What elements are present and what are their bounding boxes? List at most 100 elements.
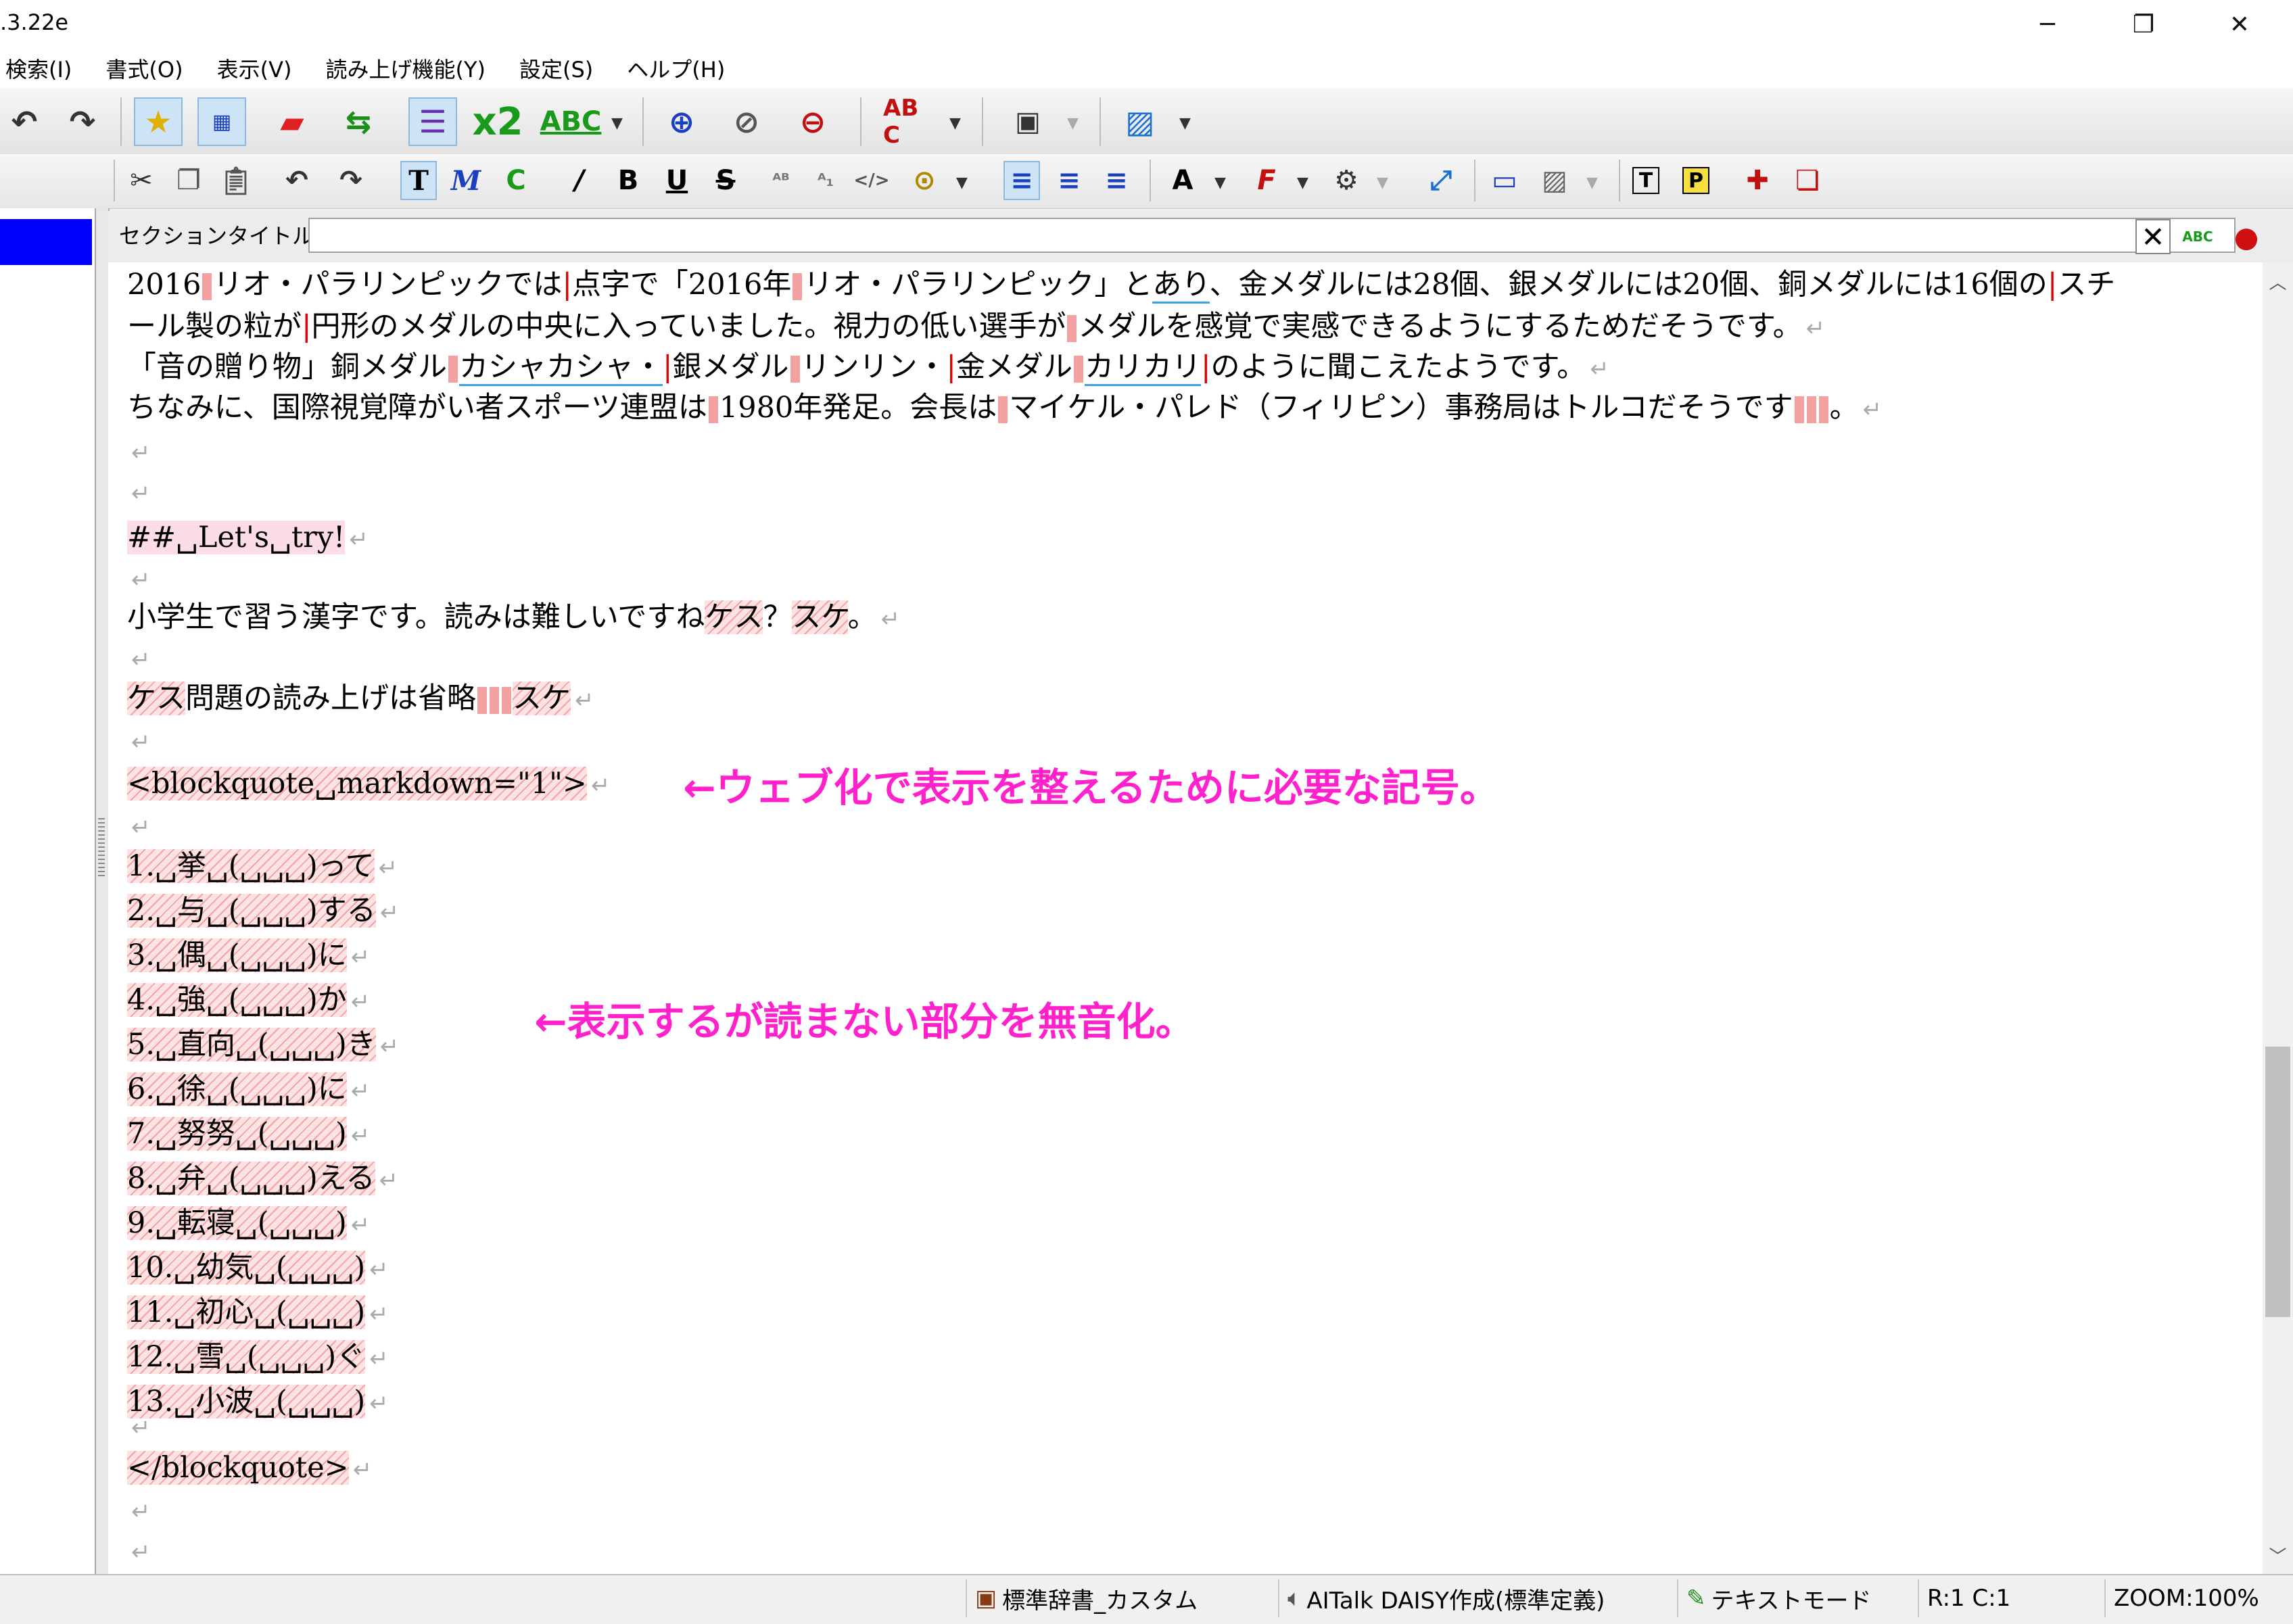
font-style-icon[interactable]: F — [1248, 161, 1285, 200]
quiz-item: 4.␣強␣(␣␣␣)か ↵ — [127, 979, 370, 1023]
zoom-out-icon[interactable]: ⊖ — [788, 97, 837, 146]
font-color-icon[interactable]: A — [1164, 161, 1201, 200]
dropdown-arrow-icon[interactable]: ▼ — [1214, 174, 1226, 191]
dropdown-arrow-icon[interactable]: ▼ — [1067, 115, 1079, 132]
scroll-thumb[interactable] — [2265, 1047, 2290, 1317]
image-icon[interactable]: ▨ — [1536, 161, 1573, 200]
vertical-scrollbar[interactable]: ︿ ﹀ — [2263, 262, 2293, 1574]
convert-icon[interactable]: ⤢ — [1423, 161, 1459, 200]
bold-button[interactable]: B — [610, 161, 646, 200]
dropdown-arrow-icon[interactable]: ▼ — [1586, 174, 1598, 191]
quiz-question: 3.␣偶␣(␣␣␣) — [127, 938, 318, 972]
spell-check-icon[interactable]: ABC — [540, 97, 602, 146]
align-left-icon[interactable]: ≡ — [1003, 161, 1040, 200]
code-tag-icon[interactable]: </> — [853, 161, 890, 200]
redo-small-icon[interactable]: ↷ — [333, 161, 369, 200]
mode-status[interactable]: ✎ テキストモード — [1677, 1579, 1914, 1617]
menu-view[interactable]: 表示(V) — [217, 53, 292, 84]
empty-line: ↵ — [131, 439, 151, 467]
section-tree-panel[interactable] — [0, 208, 99, 1574]
copy-icon[interactable]: ❐ — [170, 161, 207, 200]
subscript-small-icon[interactable]: ᴬ₁ — [807, 161, 844, 200]
return-mark: ↵ — [369, 1301, 389, 1328]
splitter-grip-icon[interactable] — [98, 818, 105, 879]
page-p-icon[interactable]: P — [1682, 167, 1709, 194]
redo-icon[interactable]: ↷ — [58, 97, 107, 146]
close-button[interactable]: ✕ — [2192, 0, 2287, 49]
marker-icon[interactable]: ▰ — [268, 97, 316, 146]
cut-icon[interactable]: ✂ — [123, 161, 160, 200]
align-right-icon[interactable]: ≡ — [1098, 161, 1135, 200]
menu-read-aloud[interactable]: 読み上げ機能(Y) — [325, 53, 486, 84]
undo-small-icon[interactable]: ↶ — [279, 161, 315, 200]
scroll-down-icon[interactable]: ﹀ — [2263, 1540, 2293, 1571]
quiz-item: 13.␣小波␣(␣␣␣) ↵ — [127, 1381, 389, 1425]
dropdown-arrow-icon[interactable]: ▼ — [611, 115, 623, 132]
menu-search[interactable]: 検索(I) — [5, 53, 72, 84]
view-mode-icon[interactable]: ▨ — [1116, 97, 1164, 146]
quiz-okurigana: ぐ — [336, 1340, 366, 1374]
speaker-icon[interactable]: ⚙ — [1328, 161, 1365, 200]
dictionary-status[interactable]: ▣ 標準辞書_カスタム — [966, 1579, 1267, 1617]
quiz-question: 6.␣徐␣(␣␣␣) — [127, 1072, 318, 1106]
chemistry-mode-icon[interactable]: C — [498, 161, 534, 200]
highlight-hi-icon[interactable]: ▦ — [197, 97, 246, 146]
minimize-button[interactable]: ─ — [2000, 0, 2095, 49]
dropdown-arrow-icon[interactable]: ▼ — [1297, 174, 1308, 191]
scroll-up-icon[interactable]: ︿ — [2263, 266, 2293, 297]
ocr-icon[interactable]: ▣ — [1003, 97, 1052, 146]
empty-line: ↵ — [131, 1539, 151, 1566]
format-toolbar: ✂ ❐ 📋︎ ↶ ↷ T M C / B U S ᴬᴮ ᴬ₁ </> ⊙ ▼ ≡… — [0, 154, 2293, 209]
return-mark: ↵ — [350, 1212, 371, 1239]
panel-splitter[interactable] — [96, 208, 110, 1574]
italic-button[interactable]: / — [561, 161, 598, 200]
strikethrough-button[interactable]: S — [707, 161, 744, 200]
list-mode-icon[interactable]: ☰ — [408, 97, 457, 146]
move-text-icon[interactable]: ⇆ — [334, 97, 383, 146]
section-spell-icon[interactable]: ABC — [2180, 219, 2215, 254]
return-mark: ↵ — [350, 944, 371, 971]
image-frame-icon[interactable]: ▭ — [1486, 161, 1523, 200]
selected-section[interactable] — [0, 219, 92, 265]
paste-icon[interactable]: 📋︎ — [218, 161, 254, 200]
superscript-small-icon[interactable]: ᴬᴮ — [763, 161, 799, 200]
dropdown-arrow-icon[interactable]: ▼ — [1377, 174, 1388, 191]
dropdown-arrow-icon[interactable]: ▼ — [1179, 115, 1191, 132]
quiz-question: 5.␣直向␣(␣␣␣) — [127, 1028, 347, 1061]
text-t-icon[interactable]: T — [1632, 167, 1659, 194]
dropdown-arrow-icon[interactable]: ▼ — [949, 115, 961, 132]
superscript-icon[interactable]: x2 — [472, 97, 523, 146]
maximize-button[interactable]: ❐ — [2096, 0, 2191, 49]
insert-page-icon[interactable]: ✚ — [1739, 161, 1776, 200]
link-icon[interactable]: ⊙ — [906, 161, 943, 200]
zoom-in-icon[interactable]: ⊕ — [657, 97, 706, 146]
dropdown-arrow-icon[interactable]: ▼ — [956, 174, 968, 191]
document-editor[interactable]: 2016 リオ・パラリンピックでは|点字で「2016年 リオ・パラリンピック」とあり… — [108, 262, 2263, 1574]
record-icon[interactable]: ● — [2229, 219, 2264, 254]
quiz-okurigana: き — [346, 1028, 376, 1061]
clear-icon[interactable]: ✕ — [2135, 219, 2171, 254]
highlight-mode-icon[interactable]: ★ — [134, 97, 183, 146]
blockquote-close-line: </blockquote> ↵ — [127, 1451, 373, 1485]
section-title-input[interactable] — [308, 218, 2236, 253]
underline-button[interactable]: U — [659, 161, 695, 200]
text-mode-t-icon[interactable]: T — [400, 161, 437, 200]
status-bar: ▣ 標準辞書_カスタム 🔈︎ AITalk DAISY作成(標準定義) ✎ テキストモ… — [0, 1574, 2293, 1624]
annotation-silence-note: ←表示するが読まない部分を無音化。 — [534, 999, 1195, 1045]
menu-help[interactable]: ヘルプ(H) — [627, 53, 725, 84]
abc-spelling-icon[interactable]: AB C — [883, 95, 932, 149]
quiz-item: 3.␣偶␣(␣␣␣)に ↵ — [127, 934, 370, 978]
quiz-question: 10.␣幼気␣(␣␣␣) — [127, 1251, 366, 1285]
menu-format[interactable]: 書式(O) — [105, 53, 183, 84]
zoom-check-icon[interactable]: ⊘ — [722, 97, 771, 146]
math-mode-icon[interactable]: M — [448, 161, 484, 200]
undo-icon[interactable]: ↶ — [0, 97, 49, 146]
empty-line: ↵ — [131, 646, 151, 673]
align-center-icon[interactable]: ≡ — [1051, 161, 1087, 200]
page-settings-icon[interactable]: ❏ — [1789, 161, 1826, 200]
return-mark: ↵ — [350, 1122, 371, 1149]
speaker-small-icon: 🔈︎ — [1287, 1585, 1302, 1612]
voice-status[interactable]: 🔈︎ AITalk DAISY作成(標準定義) — [1278, 1579, 1670, 1617]
quiz-question: 2.␣与␣(␣␣␣) — [127, 894, 318, 928]
menu-settings[interactable]: 設定(S) — [519, 53, 593, 84]
